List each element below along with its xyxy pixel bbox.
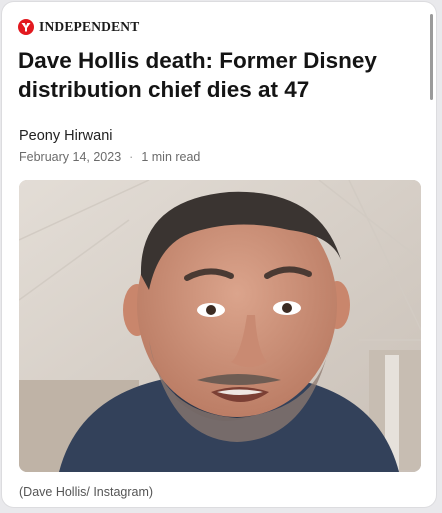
author-name[interactable]: Peony Hirwani <box>19 128 113 144</box>
scrollbar[interactable] <box>430 14 433 100</box>
article-meta: February 14, 2023 · 1 min read <box>19 150 200 164</box>
portrait-image <box>19 180 421 472</box>
read-time: 1 min read <box>141 150 201 164</box>
eagle-logo-icon <box>18 19 34 35</box>
meta-separator: · <box>129 150 134 164</box>
article-photo[interactable] <box>19 180 421 472</box>
publish-date: February 14, 2023 <box>19 150 122 164</box>
article-headline[interactable]: Dave Hollis death: Former Disney distrib… <box>18 46 418 104</box>
masthead[interactable]: INDEPENDENT <box>18 17 139 37</box>
brand-name: INDEPENDENT <box>39 19 140 34</box>
photo-caption: (Dave Hollis/ Instagram) <box>19 485 154 499</box>
article-card[interactable]: INDEPENDENT Dave Hollis death: Former Di… <box>2 2 436 507</box>
